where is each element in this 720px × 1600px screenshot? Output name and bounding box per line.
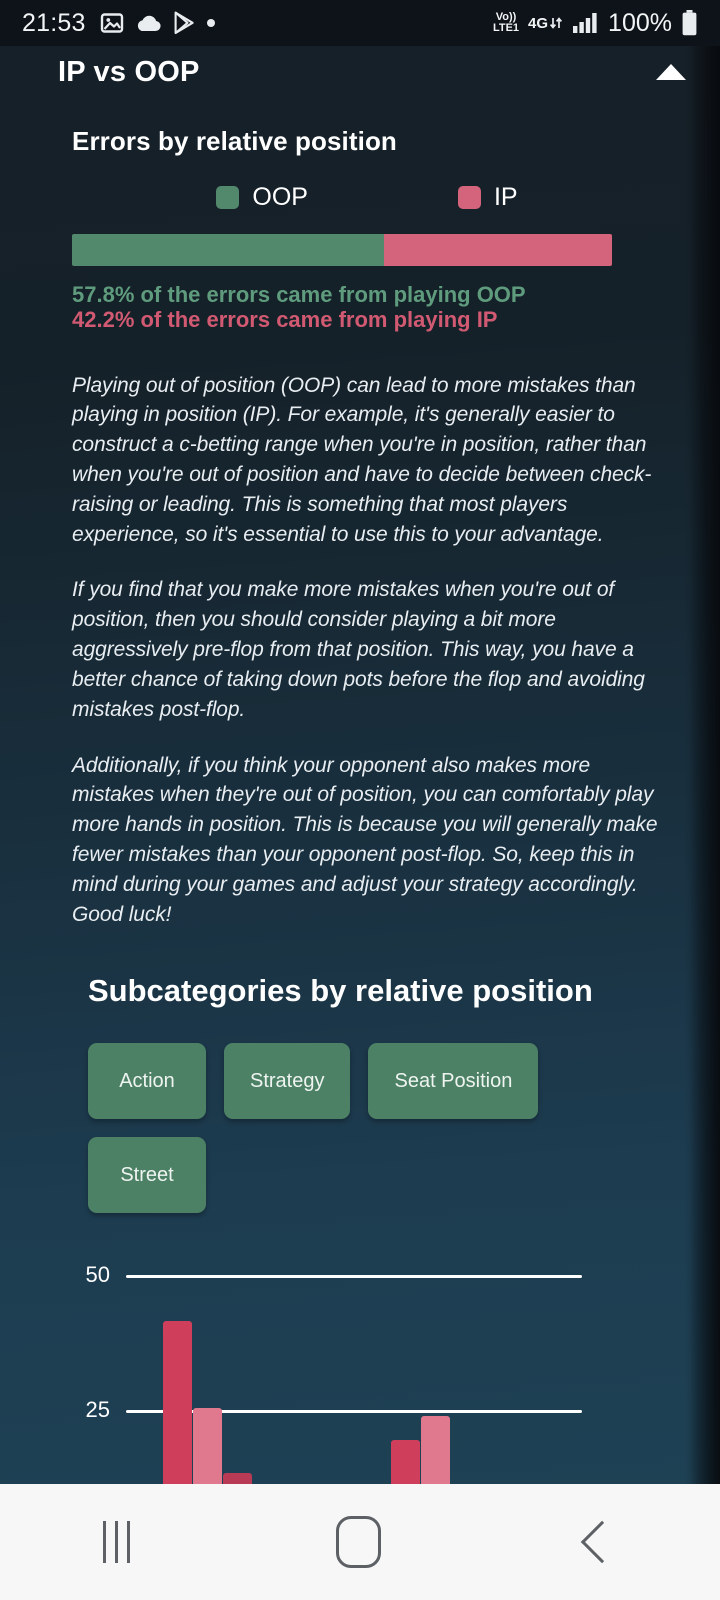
y-tick-50: 50 <box>85 1262 110 1288</box>
paragraph-1: Playing out of position (OOP) can lead t… <box>72 373 652 546</box>
battery-percent-label: 100% <box>608 8 672 37</box>
errors-summary-ip: 42.2% of the errors came from playing IP <box>72 307 498 333</box>
status-bar-system-icons: Vo)) LTE1 4G 100% <box>493 9 698 38</box>
chip-seat-position[interactable]: Seat Position <box>368 1043 539 1120</box>
network-type-icon: 4G <box>528 15 563 31</box>
back-icon[interactable] <box>580 1520 624 1564</box>
description-paragraphs: Playing out of position (OOP) can lead t… <box>0 371 720 930</box>
subcategory-filter-chips: Action Strategy Seat Position Street <box>0 1043 720 1214</box>
legend-item-oop: OOP <box>216 183 308 212</box>
phone-screen: 21:53 Vo)) LTE1 4G 100% IP vs OOP Errors… <box>0 0 720 1600</box>
play-store-icon <box>174 11 194 35</box>
bar-oop-1[interactable] <box>162 1321 192 1484</box>
errors-section: Errors by relative position OOP IP 57.8%… <box>0 98 720 333</box>
home-icon[interactable] <box>336 1516 381 1568</box>
bar-ip-2[interactable] <box>420 1415 450 1484</box>
chip-strategy[interactable]: Strategy <box>224 1043 351 1120</box>
chevron-up-icon[interactable] <box>656 64 686 80</box>
data-transfer-arrows-icon <box>550 17 563 29</box>
battery-icon <box>682 10 697 36</box>
legend-swatch-ip <box>457 186 481 209</box>
errors-stacked-bar <box>72 234 612 266</box>
errors-legend: OOP IP <box>72 183 662 212</box>
legend-label-oop: OOP <box>252 183 308 211</box>
chip-action[interactable]: Action <box>88 1043 206 1120</box>
recent-apps-icon[interactable] <box>103 1521 130 1563</box>
bar-ip-1[interactable] <box>390 1440 420 1484</box>
android-navigation-bar <box>0 1484 720 1600</box>
dot-icon <box>206 19 215 27</box>
chip-street[interactable]: Street <box>88 1137 206 1214</box>
legend-label-ip: IP <box>493 183 518 211</box>
errors-heading: Errors by relative position <box>72 126 397 156</box>
legend-item-ip: IP <box>457 183 518 212</box>
network-label: 4G <box>528 15 549 32</box>
paragraph-3: Additionally, if you think your opponent… <box>72 753 658 926</box>
app-content: IP vs OOP Errors by relative position OO… <box>0 46 720 1484</box>
bar-oop-2[interactable] <box>192 1407 222 1484</box>
status-bar-notification-icons <box>100 11 215 35</box>
paragraph-2: If you find that you make more mistakes … <box>72 578 645 721</box>
volte-icon: Vo)) LTE1 <box>493 12 519 34</box>
page-title: IP vs OOP <box>58 55 200 88</box>
volte-line2: LTE1 <box>492 22 520 34</box>
subcategories-heading: Subcategories by relative position <box>88 973 593 1009</box>
bar-oop-3[interactable] <box>222 1472 252 1484</box>
chart-plot-area: 02550 OOPIP <box>86 1262 582 1484</box>
bar-group-oop <box>162 1321 312 1484</box>
signal-bars-icon <box>573 13 597 33</box>
stacked-bar-segment-ip <box>384 234 612 266</box>
app-bar: IP vs OOP <box>0 46 720 98</box>
errors-summary-oop: 57.8% of the errors came from playing OO… <box>72 282 526 307</box>
cloud-icon <box>137 15 161 31</box>
y-tick-25: 25 <box>85 1397 110 1423</box>
subcategories-bar-chart: 02550 OOPIP <box>0 1262 720 1484</box>
image-icon <box>100 13 123 33</box>
status-bar-clock: 21:53 <box>22 8 86 37</box>
stacked-bar-segment-oop <box>72 234 385 266</box>
status-bar: 21:53 Vo)) LTE1 4G 100% <box>0 0 720 46</box>
errors-summary: 57.8% of the errors came from playing OO… <box>72 282 662 333</box>
chart-bars <box>126 1275 582 1484</box>
legend-swatch-oop <box>216 186 240 209</box>
bar-group-ip <box>390 1415 540 1484</box>
